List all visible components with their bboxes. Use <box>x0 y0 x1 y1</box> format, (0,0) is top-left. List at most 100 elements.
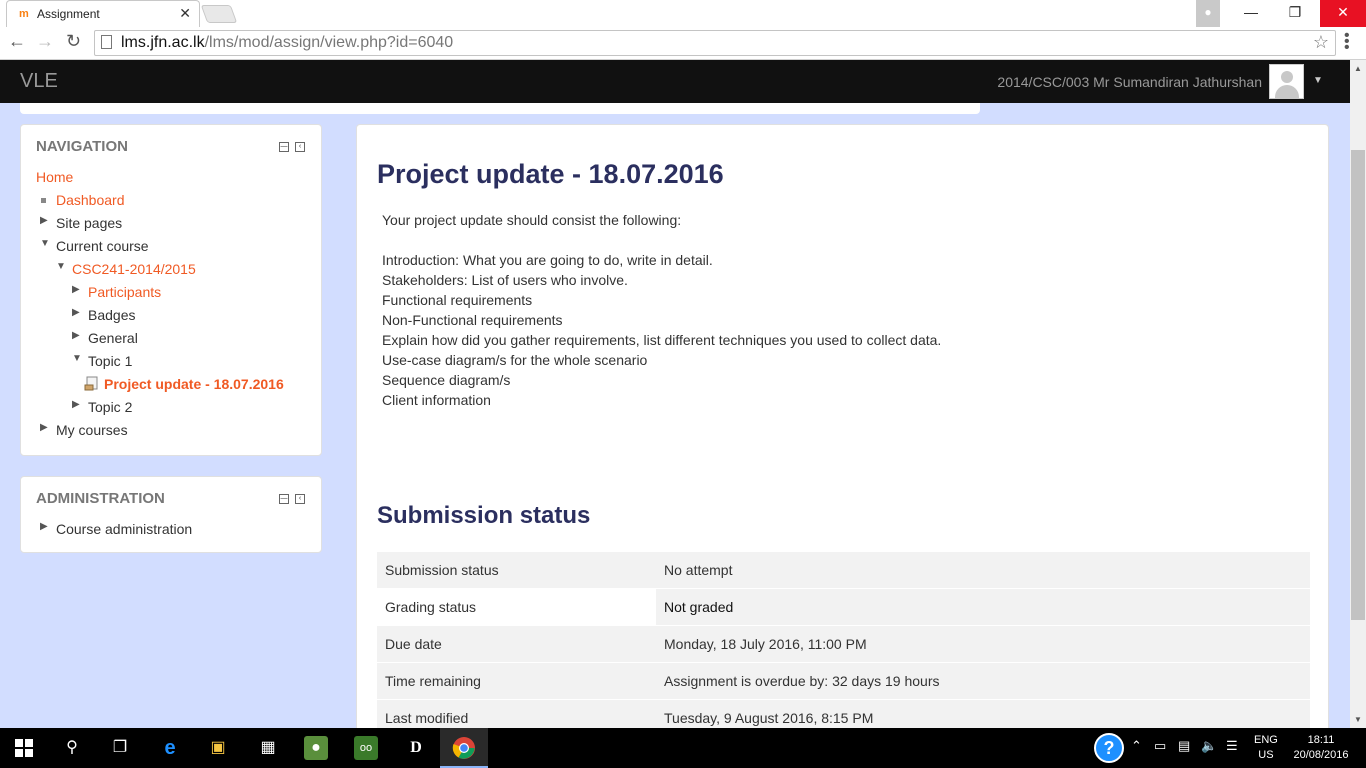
description-item: Client information <box>382 392 491 408</box>
nav-my-courses[interactable]: ▶ My courses <box>40 422 128 438</box>
collapse-block-icon[interactable]: — <box>279 494 289 504</box>
profile-icon[interactable]: ● <box>1196 0 1220 27</box>
dictionary-app-icon[interactable]: D <box>404 736 428 760</box>
tripadvisor-icon[interactable]: oo <box>354 736 378 760</box>
nav-course[interactable]: ▼ CSC241-2014/2015 <box>56 261 196 277</box>
dock-block-icon[interactable]: ‹ <box>295 494 305 504</box>
url-path: /lms/mod/assign/view.php?id=6040 <box>204 34 454 51</box>
row-label: Grading status <box>377 588 656 626</box>
expand-arrow-icon: ▶ <box>72 399 80 410</box>
table-row: Time remaining Assignment is overdue by:… <box>377 662 1310 700</box>
nav-my-courses-label: My courses <box>56 422 128 438</box>
new-tab-button[interactable] <box>200 5 238 23</box>
show-hidden-icons-chevron-icon[interactable]: ⌃ <box>1131 738 1142 754</box>
nav-badges[interactable]: ▶ Badges <box>72 307 136 323</box>
forward-arrow-icon[interactable]: → <box>36 31 54 52</box>
browser-menu-icon[interactable]: • • • <box>1344 28 1350 56</box>
site-brand[interactable]: VLE <box>20 70 58 93</box>
description-item: Stakeholders: List of users who involve. <box>382 272 628 288</box>
user-name[interactable]: 2014/CSC/003 Mr Sumandiran Jathurshan <box>997 74 1262 90</box>
store-icon[interactable]: ▦ <box>256 736 280 760</box>
scroll-up-arrow-icon[interactable]: ▲ <box>1354 64 1362 73</box>
nav-assignment[interactable]: Project update - 18.07.2016 <box>84 376 284 392</box>
nav-course-administration[interactable]: ▶ Course administration <box>40 521 193 537</box>
nav-participants[interactable]: ▶ Participants <box>72 284 161 300</box>
nav-current-course[interactable]: ▼ Current course <box>40 238 149 254</box>
nav-topic-2[interactable]: ▶ Topic 2 <box>72 399 132 415</box>
browser-tab[interactable]: m Assignment ✕ <box>6 0 200 27</box>
nav-assignment-label: Project update - 18.07.2016 <box>104 376 284 392</box>
expand-arrow-icon: ▶ <box>72 307 80 318</box>
nav-site-pages-label: Site pages <box>56 215 123 231</box>
main-content: Project update - 18.07.2016 Your project… <box>356 124 1329 728</box>
scrollbar-thumb[interactable] <box>1351 150 1365 620</box>
nav-topic-1-label: Topic 1 <box>88 353 133 369</box>
collapse-block-icon[interactable]: — <box>279 142 289 152</box>
nav-general[interactable]: ▶ General <box>72 330 138 346</box>
row-value: Monday, 18 July 2016, 11:00 PM <box>656 625 1310 663</box>
navigation-title: NAVIGATION <box>36 138 128 155</box>
minimize-button[interactable]: — <box>1228 0 1274 27</box>
search-icon[interactable]: ⚲ <box>60 736 84 760</box>
course-administration-label: Course administration <box>56 521 193 537</box>
nav-topic-1[interactable]: ▼ Topic 1 <box>72 353 133 369</box>
page-icon <box>101 35 112 49</box>
nav-current-course-label: Current course <box>56 238 149 254</box>
table-row: Grading status Not graded <box>377 588 1310 626</box>
expand-arrow-icon: ▶ <box>72 330 80 341</box>
table-row: Last modified Tuesday, 9 August 2016, 8:… <box>377 699 1310 728</box>
network-icon[interactable]: ▤ <box>1178 738 1190 754</box>
edge-browser-icon[interactable]: e <box>158 736 182 760</box>
reload-icon[interactable]: ↻ <box>66 31 81 52</box>
row-label: Submission status <box>377 551 656 589</box>
bullet-icon <box>41 198 46 203</box>
nav-dashboard[interactable]: Dashboard <box>41 192 125 208</box>
row-value: No attempt <box>656 551 1310 589</box>
description-item: Use-case diagram/s for the whole scenari… <box>382 352 648 368</box>
user-menu-caret-icon[interactable]: ▼ <box>1313 75 1323 86</box>
windows-taskbar: ⚲ ❐ e ▣ ▦ ● oo D ? ⌃ ▭ ▤ 🔈 ☰ ENG US 18:1… <box>0 728 1366 768</box>
battery-icon[interactable]: ▭ <box>1154 738 1166 754</box>
submission-status-heading: Submission status <box>377 502 591 529</box>
avatar[interactable] <box>1269 64 1304 99</box>
moodle-favicon-icon: m <box>19 8 29 20</box>
description-item: Sequence diagram/s <box>382 372 511 388</box>
action-center-icon[interactable]: ☰ <box>1226 738 1238 754</box>
scroll-down-arrow-icon[interactable]: ▼ <box>1354 715 1362 724</box>
description-item: Explain how did you gather requirements,… <box>382 332 942 348</box>
volume-icon[interactable]: 🔈 <box>1201 738 1217 754</box>
clock-date: 20/08/2016 <box>1293 749 1349 761</box>
system-clock[interactable]: 18:11 20/08/2016 <box>1290 733 1352 763</box>
windows-start-icon[interactable] <box>12 736 36 760</box>
back-arrow-icon[interactable]: ← <box>8 31 26 52</box>
file-explorer-icon[interactable]: ▣ <box>206 736 230 760</box>
nav-badges-label: Badges <box>88 307 136 323</box>
nav-home[interactable]: Home <box>36 169 73 185</box>
dock-block-icon[interactable]: ‹ <box>295 142 305 152</box>
description-intro: Your project update should consist the f… <box>382 212 682 228</box>
table-row: Submission status No attempt <box>377 551 1310 589</box>
restore-button[interactable]: ❐ <box>1272 0 1318 27</box>
page-scrollbar[interactable]: ▲ ▼ <box>1350 60 1366 728</box>
address-bar[interactable]: lms.jfn.ac.lk/lms/mod/assign/view.php?id… <box>94 30 1336 56</box>
input-language[interactable]: ENG US <box>1254 733 1278 763</box>
assignment-icon <box>84 376 98 391</box>
evernote-icon[interactable]: ● <box>304 736 328 760</box>
url-text[interactable]: lms.jfn.ac.lk/lms/mod/assign/view.php?id… <box>121 34 453 52</box>
nav-site-pages[interactable]: ▶ Site pages <box>40 215 123 231</box>
administration-block: ADMINISTRATION — ‹ ▶ Course administrati… <box>20 476 322 553</box>
description-item: Non-Functional requirements <box>382 312 563 328</box>
tab-close-icon[interactable]: ✕ <box>179 5 191 22</box>
task-view-icon[interactable]: ❐ <box>108 736 132 760</box>
bookmark-star-icon[interactable]: ☆ <box>1313 32 1329 53</box>
description-item: Functional requirements <box>382 292 533 308</box>
expand-arrow-icon: ▶ <box>40 422 48 433</box>
help-icon[interactable]: ? <box>1094 733 1124 763</box>
collapse-arrow-icon: ▼ <box>56 261 66 272</box>
page-body: NAVIGATION — ‹ Home Dashboard ▶ Site pag… <box>0 103 1350 728</box>
close-window-button[interactable]: ✕ <box>1320 0 1366 27</box>
collapse-arrow-icon: ▼ <box>40 238 50 249</box>
expand-arrow-icon: ▶ <box>40 521 48 532</box>
overdue-value: Assignment is overdue by: 32 days 19 hou… <box>656 662 1310 700</box>
chrome-icon[interactable] <box>452 736 476 760</box>
